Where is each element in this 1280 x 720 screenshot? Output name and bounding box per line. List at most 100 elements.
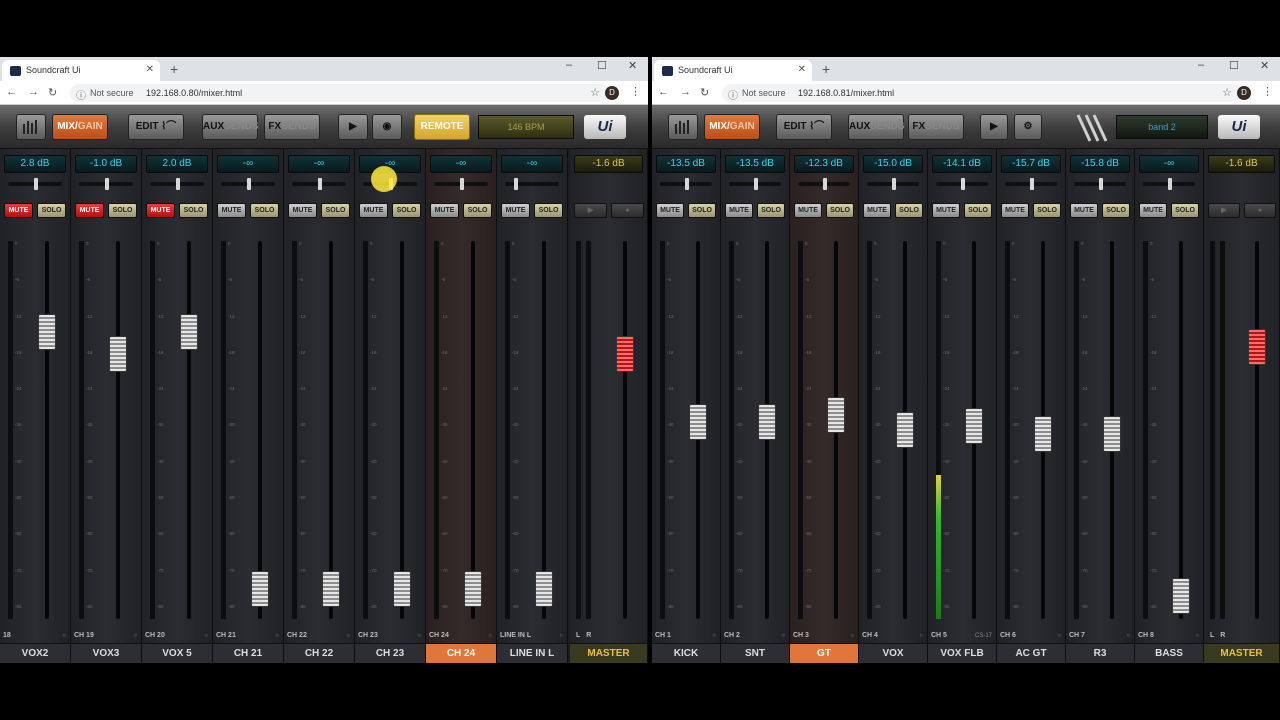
aux-sends-button[interactable]: AUXSENDS	[848, 114, 905, 140]
mute-button[interactable]: MUTE	[725, 203, 753, 218]
master-fader[interactable]	[1248, 328, 1266, 365]
mute-button[interactable]: MUTE	[794, 203, 822, 218]
forward-icon[interactable]: →	[28, 86, 39, 98]
minimize-icon[interactable]: –	[1198, 59, 1204, 71]
channel-fader[interactable]	[180, 313, 198, 350]
channel-fader[interactable]	[535, 570, 553, 607]
pan-knob[interactable]	[514, 178, 518, 190]
gain-display[interactable]: -12.3 dB	[794, 155, 854, 173]
channel-name[interactable]: BASS	[1135, 643, 1203, 663]
new-tab-icon[interactable]: +	[170, 61, 178, 77]
browser-menu-icon[interactable]: ⋮	[1262, 85, 1273, 98]
channel-fader[interactable]	[827, 396, 845, 433]
gain-display[interactable]: -∞	[430, 155, 492, 173]
mute-button[interactable]: MUTE	[1001, 203, 1029, 218]
mute-button[interactable]: MUTE	[4, 203, 33, 218]
pan-knob[interactable]	[175, 178, 180, 190]
url-field[interactable]: ⓘ Not secure 192.168.0.80/mixer.html ☆	[70, 84, 608, 102]
pan-knob[interactable]	[104, 178, 109, 190]
channel-fader[interactable]	[38, 313, 56, 350]
gain-display[interactable]: -13.5 dB	[656, 155, 716, 173]
link-icon[interactable]: ○	[417, 633, 421, 639]
channel-fader[interactable]	[1172, 578, 1190, 615]
solo-button[interactable]: SOLO	[826, 203, 854, 218]
mute-button[interactable]: MUTE	[288, 203, 317, 218]
channel-fader[interactable]	[689, 404, 707, 441]
channel-fader[interactable]	[758, 404, 776, 441]
channel-name[interactable]: CH 23	[355, 643, 425, 663]
channel-name[interactable]: VOX2	[0, 643, 70, 663]
solo-button[interactable]: SOLO	[37, 203, 66, 218]
pan-knob[interactable]	[1167, 178, 1172, 190]
reload-icon[interactable]: ↻	[700, 86, 709, 99]
master-play-button[interactable]: ▶	[574, 203, 607, 218]
close-window-icon[interactable]: ✕	[628, 59, 637, 72]
maximize-icon[interactable]: ☐	[1229, 59, 1239, 72]
master-fader[interactable]	[616, 336, 634, 373]
channel-fader[interactable]	[965, 408, 983, 445]
channel-fader[interactable]	[251, 570, 269, 607]
gain-display[interactable]: -15.0 dB	[863, 155, 923, 173]
channel-name[interactable]: LINE IN L	[497, 643, 567, 663]
pan-knob[interactable]	[1029, 178, 1034, 190]
forward-icon[interactable]: →	[680, 86, 691, 98]
link-icon[interactable]: ○	[1126, 633, 1130, 639]
play-button[interactable]: ▶	[980, 114, 1008, 140]
mute-button[interactable]: MUTE	[656, 203, 684, 218]
solo-button[interactable]: SOLO	[463, 203, 492, 218]
channel-name[interactable]: R3	[1066, 643, 1134, 663]
mix-gain-button[interactable]: MIX/GAIN	[704, 114, 760, 140]
show-display[interactable]: band 2	[1116, 115, 1208, 139]
mute-button[interactable]: MUTE	[217, 203, 246, 218]
mute-button[interactable]: MUTE	[932, 203, 960, 218]
pan-knob[interactable]	[459, 178, 464, 190]
link-icon[interactable]: ○	[712, 633, 716, 639]
browser-tab[interactable]: Soundcraft Ui ✕	[654, 60, 812, 81]
link-icon[interactable]: ○	[1195, 633, 1199, 639]
pan-knob[interactable]	[317, 178, 322, 190]
link-icon[interactable]: ○	[488, 633, 492, 639]
link-icon[interactable]: ○	[204, 633, 208, 639]
channel-fader[interactable]	[393, 570, 411, 607]
gain-display[interactable]: -∞	[501, 155, 563, 173]
solo-button[interactable]: SOLO	[534, 203, 563, 218]
pan-knob[interactable]	[960, 178, 965, 190]
channel-fader[interactable]	[322, 570, 340, 607]
mute-button[interactable]: MUTE	[501, 203, 530, 218]
gain-display[interactable]: -∞	[288, 155, 350, 173]
solo-button[interactable]: SOLO	[1033, 203, 1061, 218]
pan-knob[interactable]	[891, 178, 896, 190]
edit-button[interactable]: EDIT ⌇⌒	[128, 114, 184, 140]
aux-sends-button[interactable]: AUXSENDS	[202, 114, 259, 140]
channel-name[interactable]: VOX FLB	[928, 643, 996, 663]
gain-display[interactable]: -15.7 dB	[1001, 155, 1061, 173]
channel-name[interactable]: GT	[790, 643, 858, 663]
solo-button[interactable]: SOLO	[392, 203, 421, 218]
pan-knob[interactable]	[753, 178, 758, 190]
link-icon[interactable]: ○	[850, 633, 854, 639]
back-icon[interactable]: ←	[6, 86, 17, 98]
link-icon[interactable]: ○	[133, 633, 137, 639]
link-icon[interactable]: ○	[346, 633, 350, 639]
link-icon[interactable]: ○	[781, 633, 785, 639]
link-icon[interactable]: ○	[1057, 633, 1061, 639]
channel-fader[interactable]	[1034, 415, 1052, 452]
solo-button[interactable]: SOLO	[179, 203, 208, 218]
maximize-icon[interactable]: ☐	[597, 59, 607, 72]
minimize-icon[interactable]: –	[566, 59, 572, 71]
link-icon[interactable]: ○	[275, 633, 279, 639]
master-play-button[interactable]: ▶	[1208, 203, 1240, 218]
record-button[interactable]: ◉	[372, 114, 402, 140]
remote-button[interactable]: REMOTE	[414, 114, 470, 140]
bpm-display[interactable]: 146 BPM	[478, 115, 574, 139]
link-icon[interactable]: ○	[62, 633, 66, 639]
meters-view-button[interactable]	[668, 114, 698, 140]
browser-menu-icon[interactable]: ⋮	[630, 85, 641, 98]
channel-fader[interactable]	[1103, 415, 1121, 452]
back-icon[interactable]: ←	[658, 86, 669, 98]
channel-fader[interactable]	[464, 570, 482, 607]
play-button[interactable]: ▶	[338, 114, 368, 140]
channel-name[interactable]: KICK	[652, 643, 720, 663]
pan-knob[interactable]	[822, 178, 827, 190]
gain-display[interactable]: -14.1 dB	[932, 155, 992, 173]
